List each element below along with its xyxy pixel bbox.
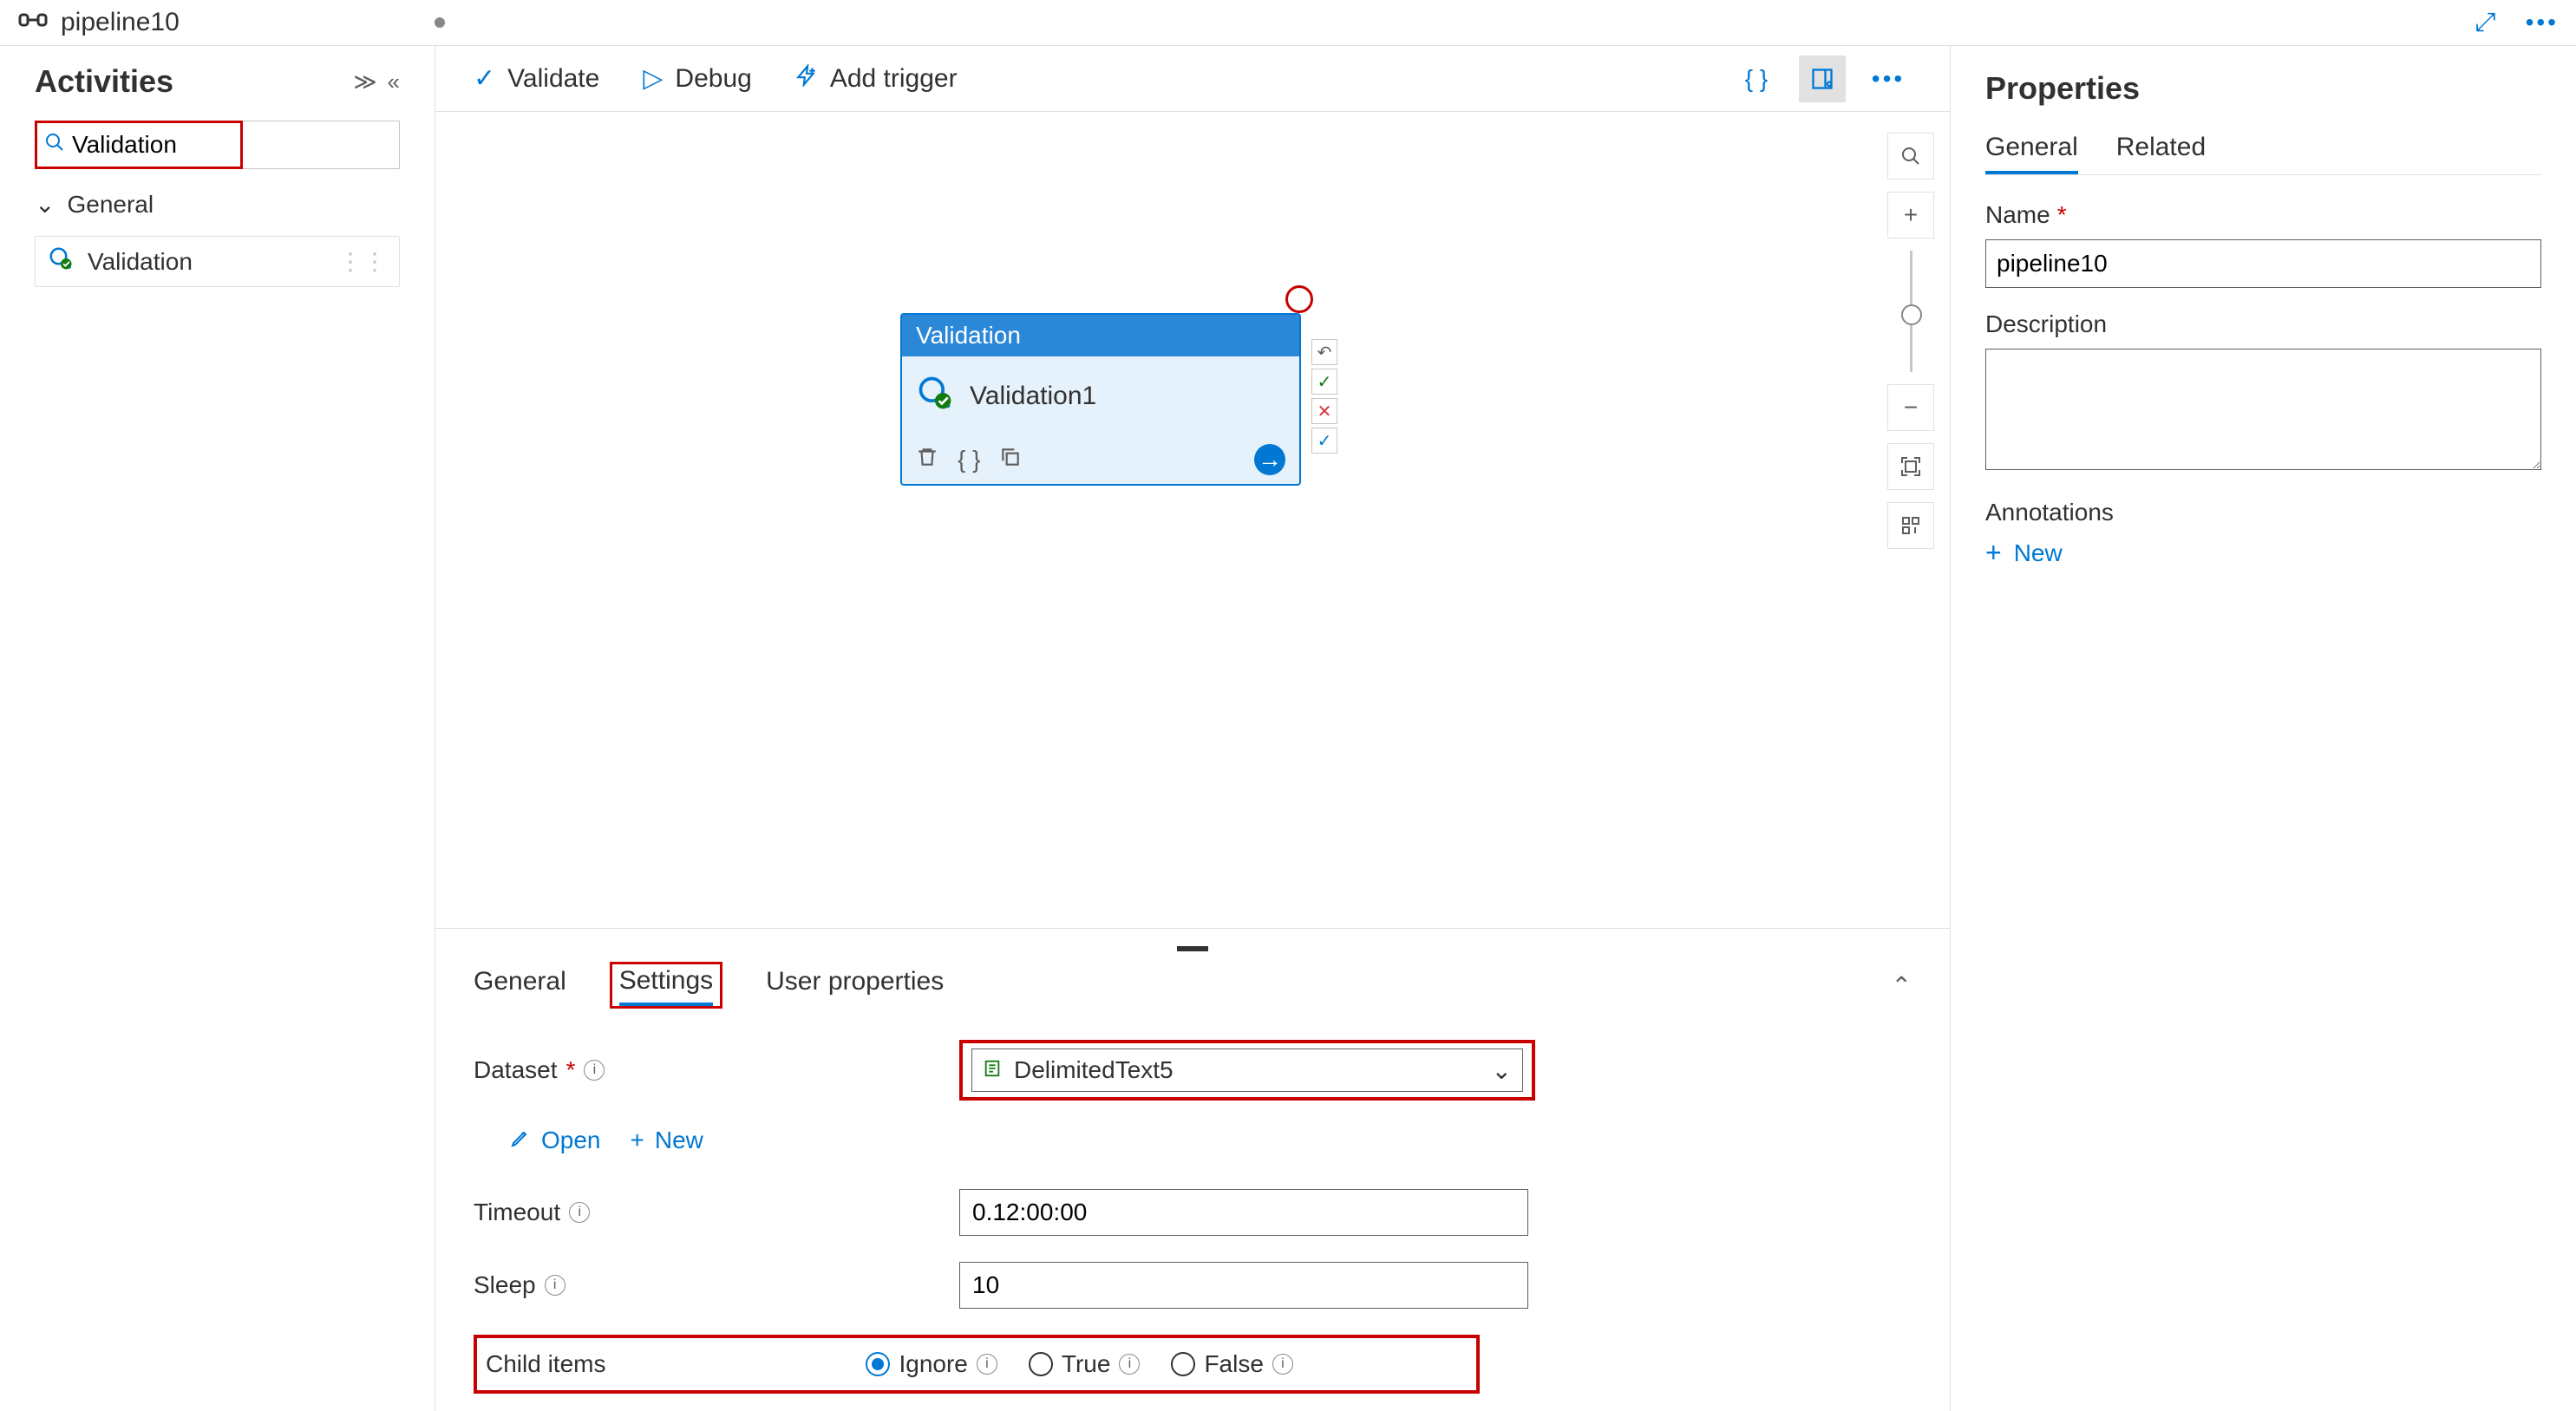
- info-icon[interactable]: i: [1272, 1354, 1293, 1375]
- properties-title: Properties: [1985, 70, 2541, 107]
- code-view-button[interactable]: { }: [1733, 56, 1780, 102]
- connector-handle[interactable]: [1285, 285, 1313, 313]
- timeout-label: Timeout: [474, 1199, 560, 1226]
- node-connectors: ↶ ✓ ✕ ✓: [1311, 339, 1337, 457]
- check-icon: ✓: [474, 63, 495, 94]
- tab-bar: pipeline10 ⤢ •••: [0, 0, 2576, 46]
- validate-button[interactable]: ✓ Validate: [474, 63, 599, 94]
- collapse-panel-button[interactable]: ⌃: [1892, 971, 1912, 1000]
- validation-icon: [916, 374, 954, 418]
- zoom-in-button[interactable]: +: [1887, 192, 1934, 238]
- properties-tab-general[interactable]: General: [1985, 133, 2078, 174]
- tab-title[interactable]: pipeline10: [61, 8, 180, 37]
- expand-icon[interactable]: ⤢: [2475, 8, 2496, 37]
- toolbar-more-button[interactable]: •••: [1865, 56, 1912, 102]
- dataset-label: Dataset: [474, 1056, 558, 1084]
- pipeline-icon: [17, 4, 49, 42]
- pipeline-toolbar: ✓ Validate ▷ Debug Add trigger { } •••: [435, 46, 1950, 112]
- description-textarea[interactable]: [1985, 349, 2541, 470]
- activity-item-label: Validation: [88, 248, 193, 276]
- dataset-dropdown[interactable]: DelimitedText5 ⌄: [971, 1048, 1523, 1092]
- properties-tab-related[interactable]: Related: [2116, 133, 2206, 174]
- validation-activity-node[interactable]: Validation Validation1 { } →: [900, 313, 1301, 486]
- debug-button[interactable]: ▷ Debug: [643, 63, 751, 94]
- sleep-input[interactable]: [959, 1262, 1528, 1309]
- chevron-down-icon: ⌄: [1492, 1056, 1512, 1085]
- canvas-zoom-tools: + −: [1887, 133, 1934, 549]
- plus-icon: +: [631, 1127, 644, 1154]
- new-dataset-button[interactable]: + New: [631, 1127, 703, 1154]
- search-extra: [243, 121, 400, 169]
- dataset-value: DelimitedText5: [1014, 1056, 1174, 1084]
- info-icon[interactable]: i: [569, 1202, 590, 1223]
- layout-button[interactable]: [1887, 502, 1934, 549]
- radio-true[interactable]: True i: [1029, 1350, 1141, 1378]
- activity-item-validation[interactable]: Validation ⋮⋮: [35, 236, 400, 287]
- edit-icon: [510, 1127, 531, 1154]
- more-icon[interactable]: •••: [2526, 9, 2559, 36]
- drag-handle-icon[interactable]: ⋮⋮: [338, 247, 387, 276]
- dataset-highlight: DelimitedText5 ⌄: [959, 1040, 1535, 1101]
- tab-settings-highlighted: Settings: [610, 962, 722, 1009]
- play-icon: ▷: [643, 63, 663, 94]
- plus-icon: +: [1985, 537, 2002, 569]
- required-indicator: *: [566, 1056, 576, 1084]
- unsaved-indicator: [435, 17, 445, 28]
- code-icon[interactable]: { }: [958, 446, 980, 474]
- annotations-label: Annotations: [1985, 499, 2114, 526]
- trigger-icon: [795, 64, 818, 94]
- node-name: Validation1: [970, 382, 1096, 411]
- radio-ignore[interactable]: Ignore i: [866, 1350, 997, 1378]
- info-icon[interactable]: i: [977, 1354, 997, 1375]
- properties-toggle-button[interactable]: [1799, 56, 1846, 102]
- info-icon[interactable]: i: [584, 1060, 605, 1081]
- add-trigger-button[interactable]: Add trigger: [795, 64, 958, 94]
- failure-connector-icon[interactable]: ✕: [1311, 398, 1337, 424]
- required-indicator: *: [2057, 201, 2067, 229]
- name-label: Name: [1985, 201, 2050, 229]
- dataset-icon: [983, 1056, 1002, 1084]
- copy-icon[interactable]: [999, 446, 1022, 474]
- undo-connector-icon[interactable]: ↶: [1311, 339, 1337, 365]
- chevron-down-icon: ⌄: [35, 190, 55, 219]
- canvas-search-button[interactable]: [1887, 133, 1934, 180]
- activity-settings-panel: General Settings User properties ⌃ Datas…: [435, 928, 1950, 1411]
- timeout-input[interactable]: [959, 1189, 1528, 1236]
- activities-title: Activities: [35, 63, 173, 100]
- search-icon: [44, 131, 65, 159]
- pipeline-canvas[interactable]: Validation Validation1 { } →: [435, 112, 1950, 928]
- activities-search[interactable]: [35, 121, 243, 169]
- zoom-out-button[interactable]: −: [1887, 384, 1934, 431]
- sleep-label: Sleep: [474, 1271, 536, 1299]
- description-label: Description: [1985, 310, 2107, 338]
- activities-panel: Activities ≫« ⌄ General Validation ⋮⋮: [0, 46, 435, 1411]
- fit-screen-button[interactable]: [1887, 443, 1934, 490]
- validation-icon: [48, 245, 74, 278]
- completion-connector-icon[interactable]: ✓: [1311, 428, 1337, 454]
- child-items-highlight: Child items Ignore i True i False: [474, 1335, 1480, 1394]
- child-items-label: Child items: [486, 1350, 605, 1378]
- tab-general[interactable]: General: [474, 967, 566, 1003]
- tab-settings[interactable]: Settings: [619, 966, 713, 1006]
- node-type-label: Validation: [902, 315, 1299, 356]
- success-connector-icon[interactable]: ✓: [1311, 369, 1337, 395]
- zoom-slider[interactable]: [1910, 251, 1912, 372]
- tab-user-properties[interactable]: User properties: [766, 967, 944, 1003]
- info-icon[interactable]: i: [545, 1275, 566, 1296]
- section-general[interactable]: ⌄ General: [35, 190, 400, 219]
- properties-panel: Properties General Related Name * Descri…: [1950, 46, 2576, 1411]
- goto-icon[interactable]: →: [1254, 444, 1285, 475]
- radio-false[interactable]: False i: [1171, 1350, 1292, 1378]
- delete-icon[interactable]: [916, 446, 938, 474]
- open-dataset-button[interactable]: Open: [510, 1127, 601, 1154]
- search-input[interactable]: [72, 131, 233, 159]
- new-annotation-button[interactable]: + New: [1985, 537, 2541, 569]
- panel-resize-handle[interactable]: [1177, 946, 1208, 951]
- pipeline-name-input[interactable]: [1985, 239, 2541, 288]
- collapse-controls[interactable]: ≫«: [353, 69, 400, 95]
- info-icon[interactable]: i: [1119, 1354, 1140, 1375]
